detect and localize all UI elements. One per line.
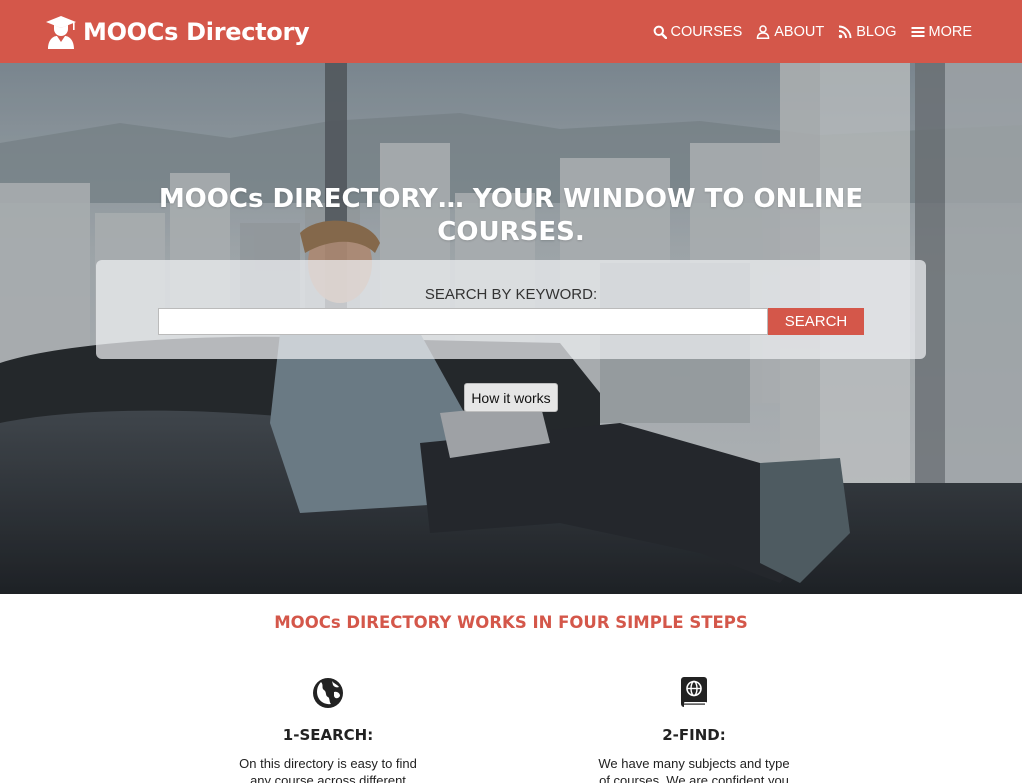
- nav-item-label: ABOUT: [774, 23, 825, 40]
- step-heading: 1-SEARCH:: [282, 726, 374, 744]
- step-description: We have many subjects and type of course…: [598, 756, 790, 783]
- steps-section-title: MOOCs DIRECTORY WORKS IN FOUR SIMPLE STE…: [274, 613, 748, 632]
- nav-item-blog[interactable]: BLOG: [838, 23, 897, 40]
- rss-icon: [839, 25, 852, 38]
- nav-item-courses[interactable]: COURSES: [653, 23, 743, 40]
- navbar: MOOCs Directory COURSES ABOUT BLOG MORE: [0, 0, 1022, 63]
- nav-item-label: BLOG: [856, 23, 897, 40]
- step-heading: 2-FIND:: [662, 726, 726, 744]
- nav-item-label: COURSES: [670, 23, 743, 40]
- main-nav: COURSES ABOUT BLOG MORE: [653, 0, 972, 63]
- nav-item-more[interactable]: MORE: [911, 23, 973, 40]
- step-card-search: 1-SEARCH: On this directory is easy to f…: [218, 676, 438, 783]
- search-icon: [653, 25, 667, 39]
- brand-logo[interactable]: MOOCs Directory: [45, 14, 310, 50]
- hero-section: MOOCs DIRECTORY… YOUR WINDOW TO ONLINE C…: [0, 63, 1022, 594]
- brand-name: MOOCs Directory: [83, 18, 310, 46]
- graduate-icon: [46, 16, 76, 49]
- search-panel: SEARCH BY KEYWORD: SEARCH: [96, 260, 926, 359]
- hero-title: MOOCs DIRECTORY… YOUR WINDOW TO ONLINE C…: [158, 184, 864, 247]
- search-label: SEARCH BY KEYWORD:: [424, 286, 598, 303]
- step-description: On this directory is easy to find any co…: [239, 756, 417, 783]
- how-it-works-button[interactable]: How it works: [464, 383, 558, 412]
- book-icon: [681, 677, 707, 708]
- nav-item-about[interactable]: ABOUT: [756, 24, 824, 40]
- step-card-find: 2-FIND: We have many subjects and type o…: [584, 676, 804, 783]
- user-icon: [756, 24, 770, 39]
- search-button[interactable]: SEARCH: [768, 308, 864, 335]
- nav-item-label: MORE: [928, 23, 973, 40]
- menu-icon: [911, 26, 924, 37]
- search-input[interactable]: [158, 308, 768, 335]
- globe-icon: [313, 678, 343, 708]
